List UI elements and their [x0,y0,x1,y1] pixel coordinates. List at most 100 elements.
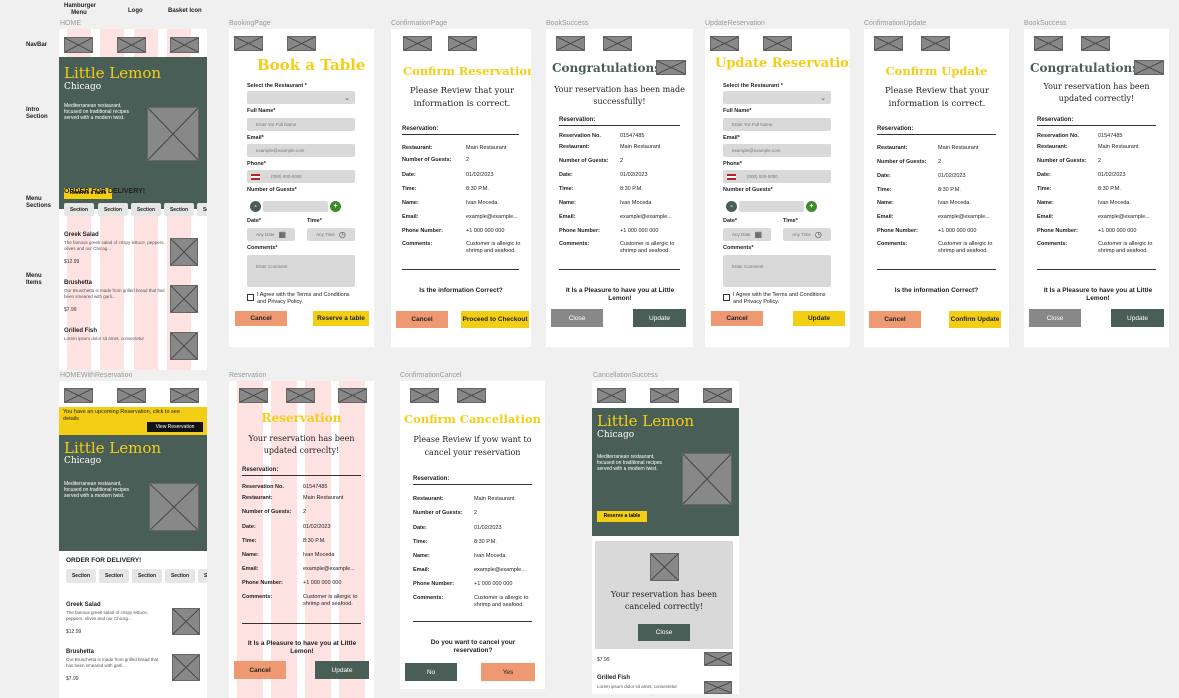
basket-icon[interactable] [338,388,367,403]
logo-placeholder[interactable] [287,36,316,51]
logo-placeholder[interactable] [448,36,477,51]
logo-placeholder[interactable] [650,388,679,403]
phone-input[interactable]: (000) 000-0000 [723,170,831,183]
hamburger-menu-icon[interactable] [64,388,93,403]
logo-placeholder[interactable] [117,37,146,53]
plus-button[interactable]: + [806,201,817,212]
menu-item-price: $7.99 [64,307,77,313]
logo-placeholder[interactable] [921,36,950,51]
cancel-button[interactable]: Cancel [396,311,448,328]
restaurant-select[interactable]: ⌄ [247,91,355,104]
terms-text: I Agree with the Terms and Conditions an… [733,292,826,305]
comments-textarea[interactable]: Enter Comment [723,255,831,287]
reserve-button[interactable]: Reserve a table [313,311,369,326]
minus-button[interactable]: - [250,201,261,212]
comments-textarea[interactable]: Enter Comment [247,255,355,287]
frame-label-confirmation: ConfirmationPage [391,20,448,27]
name-input[interactable]: Enter Yor Full Name [247,118,355,131]
res-key: Date: [242,524,256,530]
hamburger-menu-icon[interactable] [710,36,739,51]
guests-input[interactable] [739,201,804,212]
menu-item-price: $7.99 [597,657,610,663]
hamburger-menu-icon[interactable] [410,388,439,403]
basket-icon[interactable] [170,388,199,403]
section-button[interactable]: Section [132,569,162,583]
name-input[interactable]: Enter Yor Full Name [723,118,831,131]
guests-input[interactable] [263,201,328,212]
time-input[interactable]: Any Time ◷ [783,228,831,241]
phone-input[interactable]: (000) 000-0000 [247,170,355,183]
logo-placeholder[interactable] [457,388,486,403]
hero-city: Chicago [64,456,102,466]
close-button[interactable]: Close [1029,309,1081,327]
reserve-table-button[interactable]: Reserve a table [597,511,647,522]
res-key: Comments: [877,241,908,247]
restaurant-select[interactable]: ⌄ [723,91,831,104]
minus-button[interactable]: - [726,201,737,212]
no-button[interactable]: No [405,663,457,681]
hamburger-menu-icon[interactable] [874,36,903,51]
cancel-button[interactable]: Cancel [234,661,286,679]
res-key: Number of Guests: [559,158,609,164]
cancel-button[interactable]: Cancel [711,311,763,326]
yes-button[interactable]: Yes [481,663,535,681]
section-button[interactable]: Section [164,203,194,216]
hamburger-menu-icon[interactable] [556,36,585,51]
logo-placeholder[interactable] [286,388,315,403]
terms-checkbox[interactable] [247,294,254,301]
res-key: Restaurant: [559,144,590,150]
hamburger-menu-icon[interactable] [234,36,263,51]
plus-button[interactable]: + [330,201,341,212]
section-button[interactable]: Section [197,203,207,216]
basket-icon[interactable] [170,37,199,53]
email-input[interactable]: example@example.com [723,144,831,157]
terms-checkbox[interactable] [723,294,730,301]
logo-placeholder[interactable] [763,36,792,51]
checkout-button[interactable]: Proceed to Checkout [461,311,529,328]
update-button[interactable]: Update [793,311,845,326]
question-text: Is the information Correct? [419,287,503,294]
section-button[interactable]: Section [98,203,128,216]
cancel-button[interactable]: Cancel [869,311,921,328]
hamburger-menu-icon[interactable] [64,37,93,53]
logo-placeholder[interactable] [1081,36,1110,51]
page-title: Update Reservation [715,56,850,71]
basket-icon[interactable] [703,388,732,403]
update-button[interactable]: Update [1111,309,1164,327]
confirm-update-button[interactable]: Confirm Update [949,311,1001,328]
res-value: +1 000 000 000 [938,228,977,234]
menu-item-image [172,608,200,635]
success-text: Your reservation has been updated correc… [1043,82,1150,103]
section-button[interactable]: Section [198,569,207,583]
res-value: 8:30 P.M. [938,187,961,193]
section-button[interactable]: Section [66,569,96,583]
section-button[interactable]: Section [64,203,94,216]
time-input[interactable]: Any Time ◷ [307,228,355,241]
hamburger-menu-icon[interactable] [1034,36,1063,51]
reservation-heading: Reservation: [413,476,450,482]
hero-desc: Mediterranean restaurant, focused on tra… [597,454,663,472]
update-button[interactable]: Update [633,309,686,327]
res-key: Number of Guests: [877,159,927,165]
hamburger-menu-icon[interactable] [403,36,432,51]
view-reservation-button[interactable]: View Reservation [147,422,203,432]
section-button[interactable]: Section [99,569,129,583]
date-input[interactable]: Any Date ▦ [247,228,295,241]
cancel-button[interactable]: Cancel [235,311,287,326]
logo-placeholder[interactable] [603,36,632,51]
email-input[interactable]: example@example.com [247,144,355,157]
section-button[interactable]: Section [165,569,195,583]
res-key: Reservation No. [242,484,284,490]
email-label: Email* [247,135,264,141]
res-value: 8:30 P.M. [474,539,497,545]
hamburger-menu-icon[interactable] [239,388,268,403]
hamburger-menu-icon[interactable] [597,388,626,403]
close-button[interactable]: Close [551,309,603,327]
close-button[interactable]: Close [638,624,690,641]
update-button[interactable]: Update [315,661,369,679]
logo-placeholder[interactable] [117,388,146,403]
res-key: Restaurant: [402,145,433,151]
hero-desc: Mediterranean restaurant, focused on tra… [64,481,130,499]
section-button[interactable]: Section [131,203,161,216]
date-input[interactable]: Any Date ▦ [723,228,771,241]
